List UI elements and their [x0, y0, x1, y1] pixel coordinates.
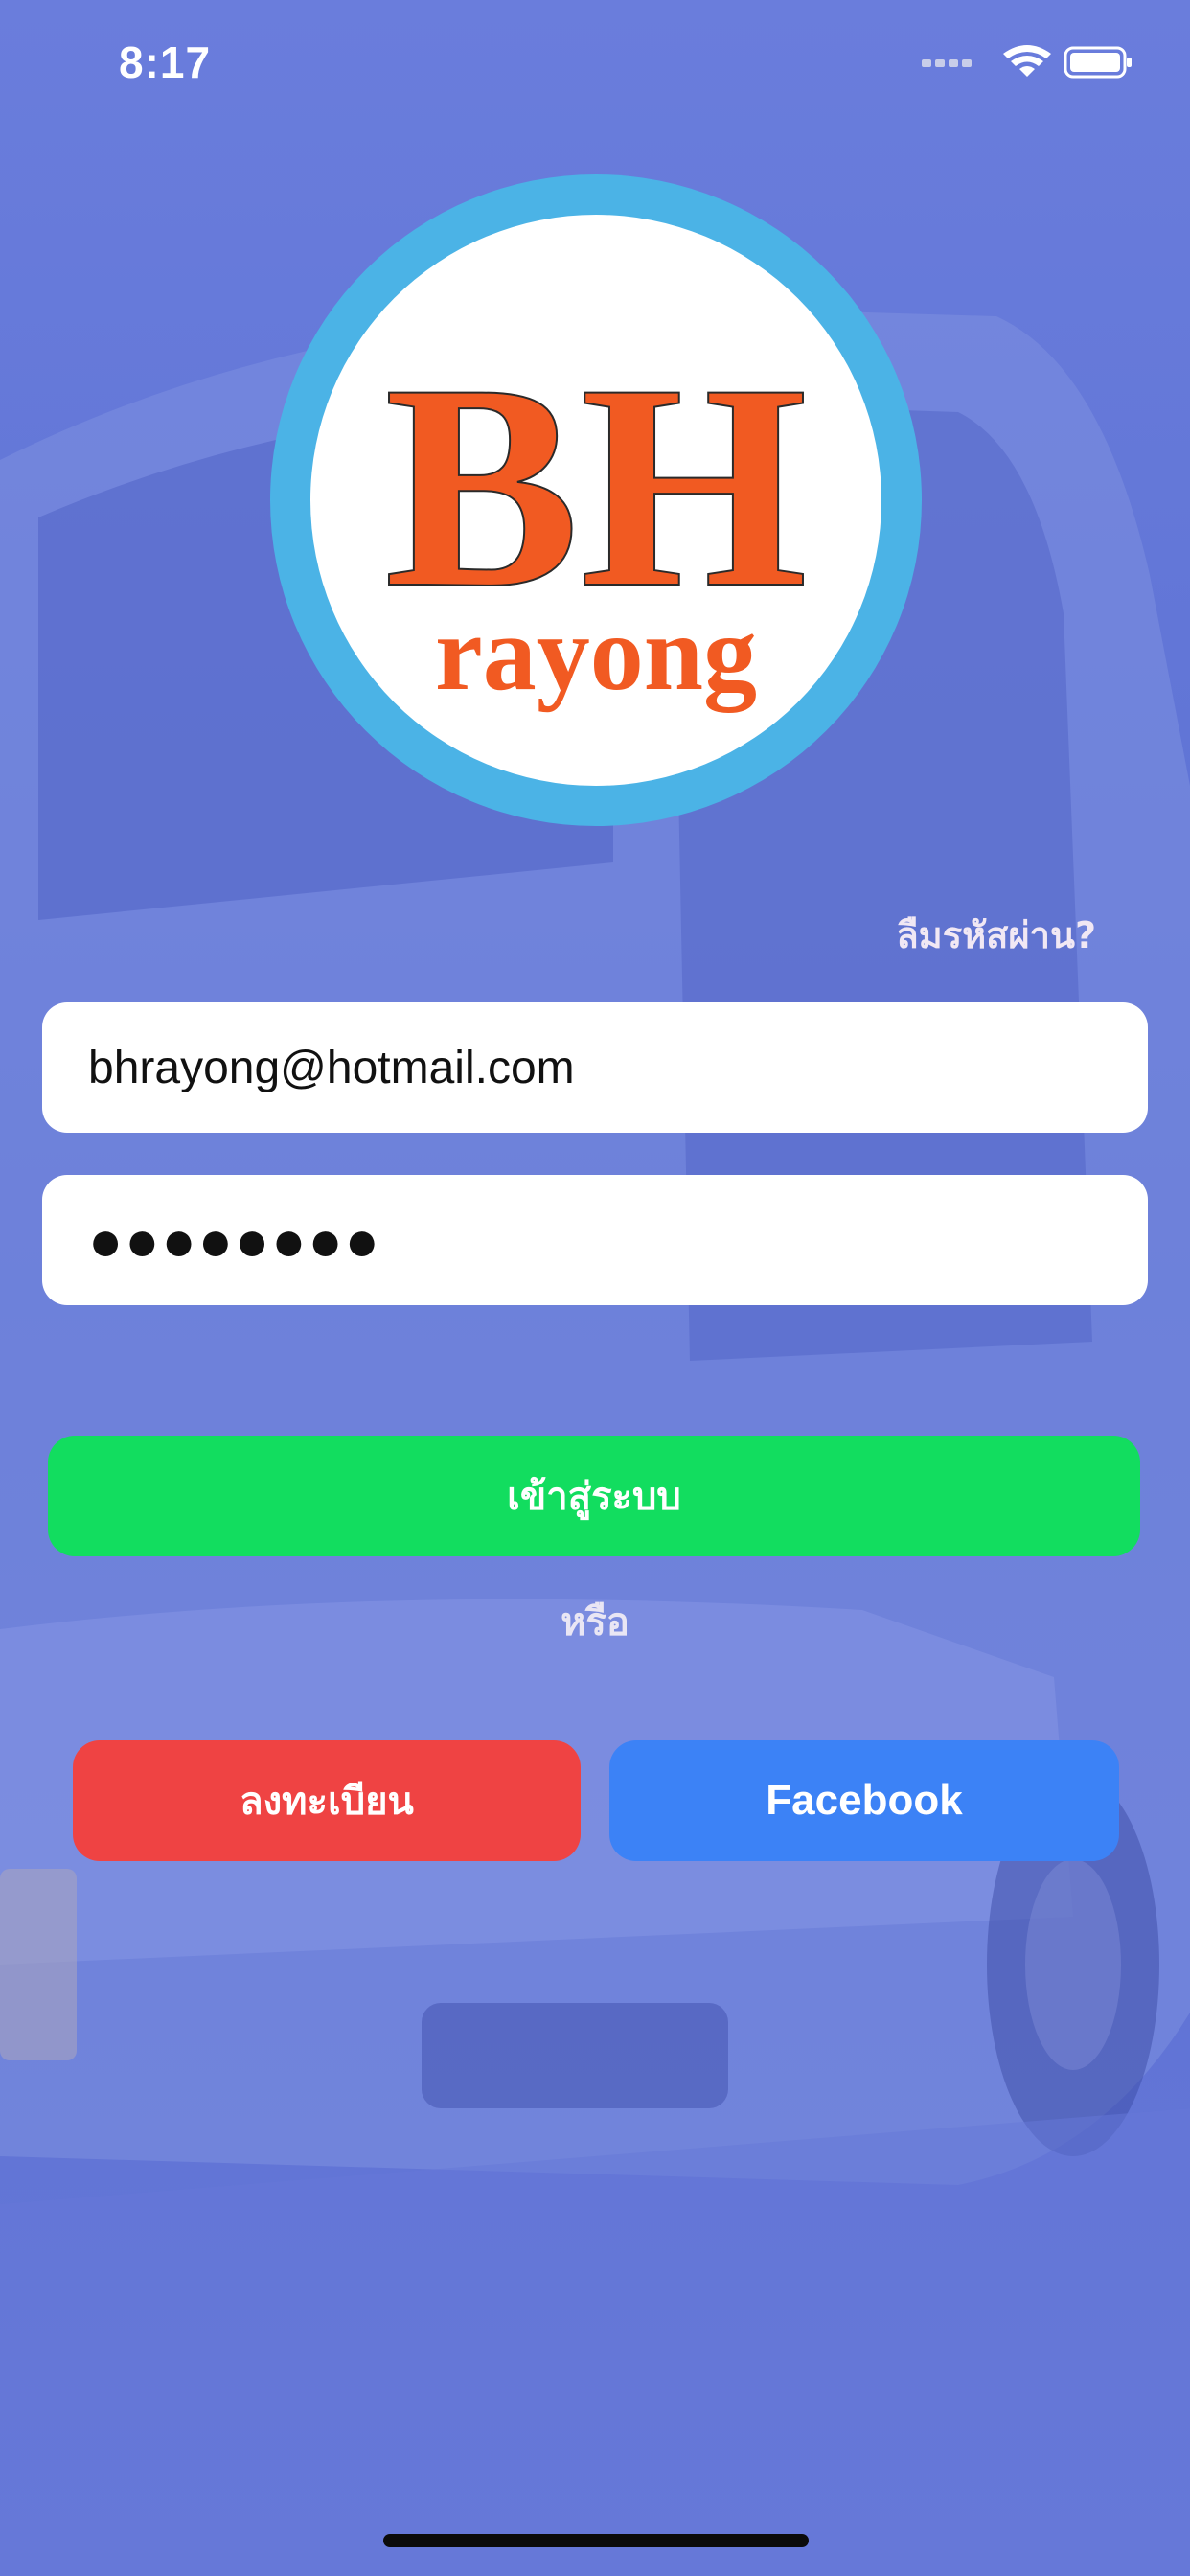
- login-screen: 8:17 BH rayong ลืมรหัสผ่าน? เข้าสู่ระบบ: [0, 0, 1190, 2576]
- forgot-password-link[interactable]: ลืมรหัสผ่าน?: [896, 906, 1096, 964]
- login-button-label: เข้าสู่ระบบ: [507, 1475, 681, 1519]
- battery-icon: [1064, 46, 1132, 79]
- email-field[interactable]: [42, 1002, 1148, 1133]
- facebook-button-label: Facebook: [766, 1777, 963, 1824]
- or-divider-text: หรือ: [561, 1600, 629, 1644]
- password-field[interactable]: [42, 1175, 1148, 1305]
- facebook-login-button[interactable]: Facebook: [609, 1740, 1119, 1861]
- bh-rayong-logo: BH rayong: [270, 174, 922, 826]
- status-icons: [922, 45, 1132, 79]
- wifi-icon: [1003, 45, 1051, 77]
- register-button-label: ลงทะเบียน: [240, 1780, 414, 1824]
- register-button[interactable]: ลงทะเบียน: [73, 1740, 581, 1861]
- status-time: 8:17: [119, 37, 212, 87]
- login-button[interactable]: เข้าสู่ระบบ: [48, 1436, 1140, 1556]
- logo-text-sub: rayong: [435, 594, 757, 713]
- signal-icon: [922, 59, 972, 67]
- home-indicator[interactable]: [383, 2534, 809, 2547]
